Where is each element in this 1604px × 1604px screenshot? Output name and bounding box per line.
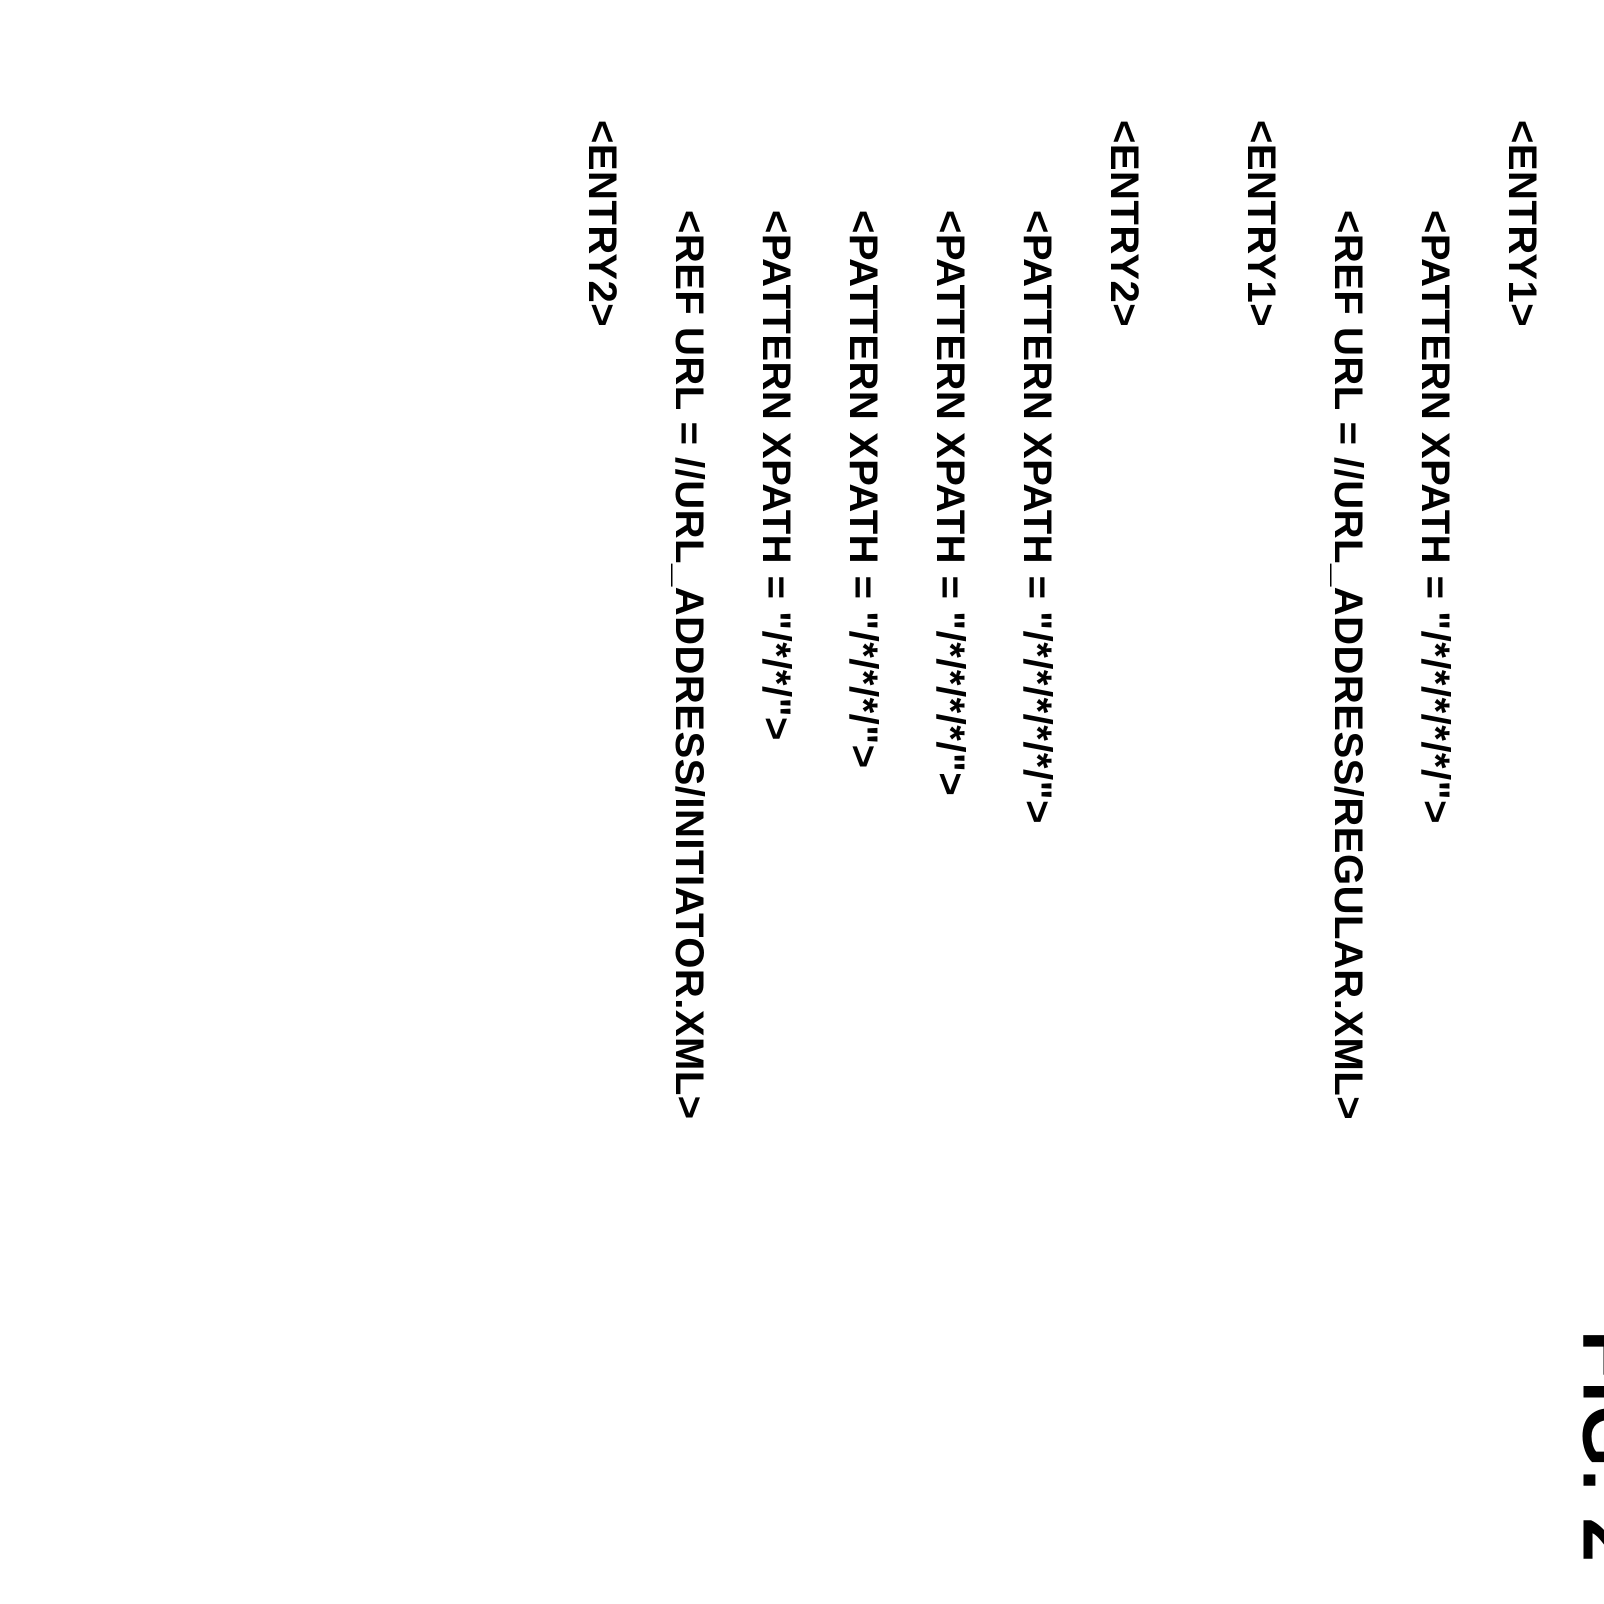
entry2-open: <ENTRY2> xyxy=(1101,120,1146,1524)
entry2-close: <ENTRY2> xyxy=(579,120,624,1524)
entry1-open: <ENTRY1> xyxy=(1499,120,1544,1524)
pattern-line-5: <PATTERN XPATH = "/*/*/"> xyxy=(753,120,798,1524)
ref-url-1: <REF URL = //URL_ADDRESS/REGULAR.XML> xyxy=(1325,120,1370,1524)
figure-label: FIG. 2 xyxy=(1564,1330,1604,1564)
ref-url-2: <REF URL = //URL_ADDRESS/INITIATOR.XML> xyxy=(666,120,711,1524)
entry1-close: <ENTRY1> xyxy=(1238,120,1283,1524)
code-listing: <ENTRY1> <PATTERN XPATH = "/*/*/*/*/*/">… xyxy=(0,0,1604,1604)
pattern-line-2: <PATTERN XPATH = "/*/*/*/*/*/"> xyxy=(1014,120,1059,1524)
pattern-line-3: <PATTERN XPATH = "/*/*/*/*/"> xyxy=(927,120,972,1524)
pattern-line-1: <PATTERN XPATH = "/*/*/*/*/*/"> xyxy=(1412,120,1457,1524)
spacer xyxy=(1146,120,1196,1524)
pattern-line-4: <PATTERN XPATH = "/*/*/*/"> xyxy=(840,120,885,1524)
